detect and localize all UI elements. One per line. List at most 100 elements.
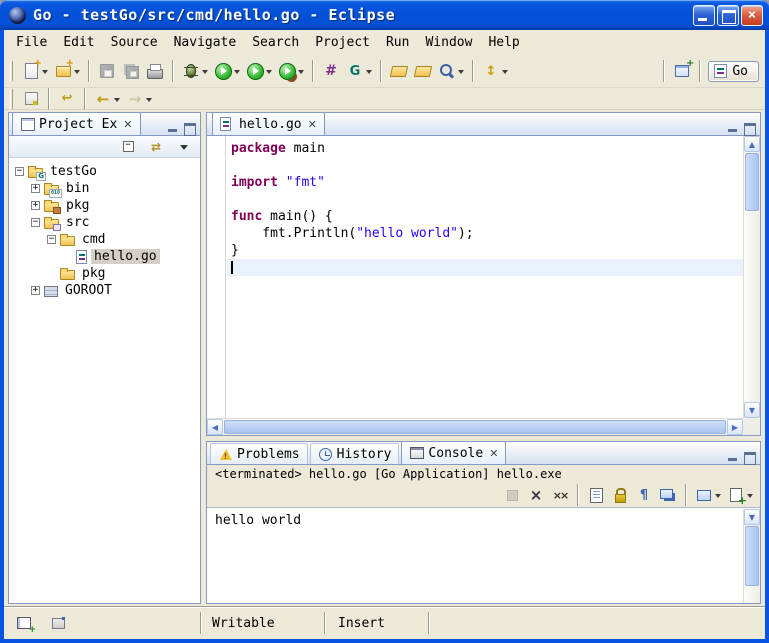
- mark-occurrences-button[interactable]: [21, 89, 41, 109]
- tab-project-explorer[interactable]: Project Ex ✕: [12, 112, 141, 135]
- code-line[interactable]: import "fmt": [231, 174, 743, 191]
- tab-console[interactable]: Console✕: [401, 441, 506, 464]
- external-tools-button[interactable]: [277, 61, 305, 81]
- menu-help[interactable]: Help: [480, 33, 527, 52]
- scroll-lock-button[interactable]: [610, 485, 630, 505]
- maximize-view-button[interactable]: [741, 121, 757, 135]
- code-line[interactable]: [231, 157, 743, 174]
- code-line[interactable]: func main() {: [231, 208, 743, 225]
- scrollbar-thumb[interactable]: [745, 153, 759, 211]
- open-console-button[interactable]: [726, 485, 754, 505]
- tree-item-cmd[interactable]: −cmd: [9, 231, 200, 248]
- tab-problems[interactable]: Problems: [210, 443, 308, 464]
- pin-console-button[interactable]: [658, 485, 678, 505]
- last-edit-location-button[interactable]: ↩: [57, 89, 77, 109]
- scrollbar-thumb[interactable]: [745, 526, 759, 586]
- tree-item-goroot[interactable]: +GOROOT: [9, 282, 200, 299]
- collapse-icon[interactable]: −: [31, 218, 40, 227]
- chevron-down-icon[interactable]: [74, 70, 80, 77]
- expand-icon[interactable]: +: [31, 286, 40, 295]
- open-resource-button[interactable]: [389, 61, 409, 81]
- code-line[interactable]: package main: [231, 140, 743, 157]
- tree-item-hello-go[interactable]: hello.go: [9, 248, 200, 265]
- back-button[interactable]: ←: [93, 89, 121, 109]
- scroll-down-button[interactable]: ▼: [744, 509, 760, 525]
- expand-icon[interactable]: +: [31, 201, 40, 210]
- tab-history[interactable]: History: [310, 443, 400, 464]
- menu-source[interactable]: Source: [103, 33, 166, 52]
- code-line[interactable]: [227, 259, 743, 276]
- menu-run[interactable]: Run: [378, 33, 417, 52]
- print-button[interactable]: [145, 61, 165, 81]
- editor-horizontal-scrollbar[interactable]: ◀ ▶: [207, 418, 743, 435]
- tree-item-pkg[interactable]: pkg: [9, 265, 200, 282]
- run-button[interactable]: [213, 61, 241, 81]
- open-type-button[interactable]: [413, 61, 433, 81]
- chevron-down-icon[interactable]: [747, 494, 753, 501]
- new-project-button[interactable]: [53, 61, 81, 81]
- scroll-up-button[interactable]: ▲: [744, 136, 760, 152]
- code-line[interactable]: fmt.Println("hello world");: [231, 225, 743, 242]
- chevron-down-icon[interactable]: [502, 70, 508, 77]
- chevron-down-icon[interactable]: [266, 70, 272, 77]
- scroll-left-button[interactable]: ◀: [207, 419, 223, 435]
- clear-console-button[interactable]: [586, 485, 606, 505]
- annotation-nav-button[interactable]: ↕: [481, 61, 509, 81]
- chevron-down-icon[interactable]: [146, 98, 152, 105]
- scroll-right-button[interactable]: ▶: [727, 419, 743, 435]
- chevron-down-icon[interactable]: [114, 98, 120, 105]
- tree-item-bin[interactable]: +bin: [9, 180, 200, 197]
- debug-button[interactable]: [181, 61, 209, 81]
- go-launch-status-icon[interactable]: [48, 613, 68, 633]
- remove-launch-button[interactable]: ×: [526, 485, 546, 505]
- chevron-down-icon[interactable]: [366, 70, 372, 77]
- menu-navigate[interactable]: Navigate: [166, 33, 245, 52]
- toolbar-handle[interactable]: [10, 89, 13, 109]
- tree-item-src[interactable]: −src: [9, 214, 200, 231]
- open-perspective-button[interactable]: [672, 61, 692, 81]
- go-test-button[interactable]: #: [321, 61, 341, 81]
- close-tab-icon[interactable]: ✕: [308, 118, 317, 131]
- console-vertical-scrollbar[interactable]: ▲ ▼: [743, 509, 760, 603]
- tree-item-pkg[interactable]: +pkg: [9, 197, 200, 214]
- code-line[interactable]: [231, 191, 743, 208]
- maximize-button[interactable]: [717, 5, 739, 26]
- collapse-icon[interactable]: −: [15, 167, 24, 176]
- link-with-editor-button[interactable]: ⇄: [146, 137, 166, 157]
- collapse-all-button[interactable]: [118, 137, 138, 157]
- menu-project[interactable]: Project: [307, 33, 378, 52]
- code-area[interactable]: package main import "fmt" func main() { fm…: [227, 136, 743, 418]
- close-tab-icon[interactable]: ✕: [123, 118, 132, 131]
- minimize-view-button[interactable]: [725, 450, 741, 464]
- chevron-down-icon[interactable]: [42, 70, 48, 77]
- menu-search[interactable]: Search: [244, 33, 307, 52]
- collapse-icon[interactable]: −: [47, 235, 56, 244]
- go-perspective-button[interactable]: Go: [708, 61, 759, 82]
- display-selected-console-button[interactable]: [694, 485, 722, 505]
- go-tools-button[interactable]: G: [345, 61, 373, 81]
- menu-file[interactable]: File: [8, 33, 55, 52]
- minimize-view-button[interactable]: [165, 121, 181, 135]
- new-wizard-button[interactable]: [21, 61, 49, 81]
- chevron-down-icon[interactable]: [298, 70, 304, 77]
- close-tab-icon[interactable]: ✕: [489, 447, 498, 460]
- maximize-view-button[interactable]: [741, 450, 757, 464]
- toolbar-handle[interactable]: [10, 61, 13, 81]
- maximize-view-button[interactable]: [181, 121, 197, 135]
- minimize-button[interactable]: [693, 5, 715, 26]
- view-menu-button[interactable]: [174, 137, 194, 157]
- menu-edit[interactable]: Edit: [55, 33, 102, 52]
- minimize-view-button[interactable]: [725, 121, 741, 135]
- chevron-down-icon[interactable]: [715, 494, 721, 501]
- fast-view-bar-button[interactable]: [14, 613, 34, 633]
- code-line[interactable]: }: [231, 242, 743, 259]
- run-history-button[interactable]: [245, 61, 273, 81]
- word-wrap-button[interactable]: ¶: [634, 485, 654, 505]
- title-bar[interactable]: Go - testGo/src/cmd/hello.go - Eclipse ×: [0, 0, 769, 30]
- tab-hello-go[interactable]: hello.go ✕: [212, 112, 325, 135]
- chevron-down-icon[interactable]: [202, 70, 208, 77]
- console-output[interactable]: hello world ▲ ▼: [207, 507, 760, 603]
- chevron-down-icon[interactable]: [234, 70, 240, 77]
- expand-icon[interactable]: +: [31, 184, 40, 193]
- editor-vertical-scrollbar[interactable]: ▲ ▼: [743, 136, 760, 418]
